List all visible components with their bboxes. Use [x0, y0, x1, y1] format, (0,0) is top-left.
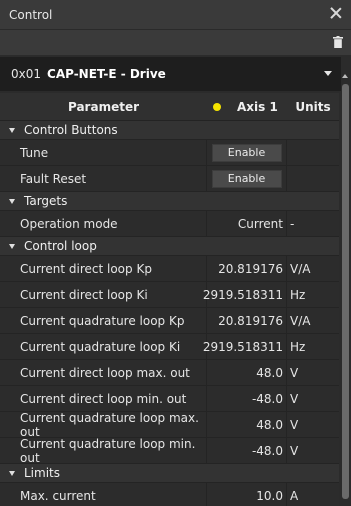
- expand-triangle-icon[interactable]: [9, 198, 15, 204]
- table-row: Current quadrature loop Kp 20.819176 V/A: [0, 308, 339, 334]
- table-row: Operation mode Current -: [0, 211, 339, 237]
- header-axis-label: Axis 1: [237, 99, 278, 114]
- param-value[interactable]: 48.0: [207, 360, 287, 385]
- trash-icon[interactable]: [333, 36, 343, 48]
- param-unit: V: [290, 443, 299, 458]
- fault-reset-enable-button[interactable]: Enable: [211, 169, 282, 188]
- param-name: Current direct loop Kp: [0, 256, 207, 281]
- param-name: Current quadrature loop Kp: [0, 308, 207, 333]
- scroll-up-arrow-icon[interactable]: [342, 74, 348, 78]
- table-header: Parameter Axis 1 Units: [0, 93, 339, 121]
- param-unit: V: [290, 365, 299, 380]
- param-unit: [287, 166, 339, 191]
- param-unit: V: [290, 417, 299, 432]
- table-row: Current quadrature loop min. out -48.0 V: [0, 437, 339, 465]
- device-selector[interactable]: 0x01 CAP-NET-E - Drive: [0, 57, 341, 91]
- table-row: Current direct loop min. out -48.0 V: [0, 386, 339, 412]
- toolbar: [0, 30, 351, 55]
- parameter-table: Parameter Axis 1 Units Control Buttons T…: [0, 93, 339, 506]
- param-value[interactable]: 2919.518311: [203, 334, 287, 359]
- param-unit: -: [290, 216, 295, 231]
- group-label: Control loop: [24, 239, 97, 253]
- control-panel: Control 0x01 CAP-NET-E - Drive Parameter…: [0, 0, 351, 506]
- param-value[interactable]: 20.819176: [207, 256, 287, 281]
- param-value[interactable]: 10.0: [207, 483, 287, 506]
- param-name: Current direct loop min. out: [0, 386, 207, 411]
- table-row: Current direct loop max. out 48.0 V: [0, 360, 339, 386]
- param-value[interactable]: 2919.518311: [203, 282, 287, 307]
- param-unit: A: [290, 488, 299, 503]
- table-row: Current quadrature loop max. out 48.0 V: [0, 411, 339, 439]
- close-icon[interactable]: [329, 6, 343, 20]
- param-value[interactable]: -48.0: [207, 438, 287, 463]
- param-name: Current direct loop Ki: [0, 282, 207, 307]
- param-value[interactable]: Current: [207, 211, 287, 236]
- table-row: Current direct loop Ki 2919.518311 Hz: [0, 282, 339, 308]
- param-unit: Hz: [290, 287, 306, 302]
- param-unit: V/A: [290, 313, 311, 328]
- table-row: Current quadrature loop Ki 2919.518311 H…: [0, 334, 339, 360]
- table-row: Fault Reset Enable: [0, 166, 339, 192]
- group-limits[interactable]: Limits: [0, 464, 339, 483]
- panel-title: Control: [9, 7, 53, 22]
- param-value[interactable]: 20.819176: [207, 308, 287, 333]
- table-row: Current direct loop Kp 20.819176 V/A: [0, 256, 339, 282]
- param-name: Current quadrature loop min. out: [0, 437, 207, 465]
- group-label: Limits: [24, 466, 60, 480]
- param-unit: [287, 140, 339, 165]
- group-targets[interactable]: Targets: [0, 192, 339, 211]
- expand-triangle-icon[interactable]: [9, 470, 15, 476]
- expand-triangle-icon[interactable]: [9, 127, 15, 133]
- device-address: 0x01: [11, 67, 42, 81]
- tune-enable-button[interactable]: Enable: [211, 143, 282, 162]
- group-control-loop[interactable]: Control loop: [0, 237, 339, 256]
- group-label: Targets: [24, 194, 68, 208]
- param-unit: Hz: [290, 339, 306, 354]
- chevron-down-icon[interactable]: [324, 71, 332, 76]
- param-unit: V/A: [290, 261, 311, 276]
- param-name: Tune: [0, 140, 207, 165]
- device-name: CAP-NET-E - Drive: [47, 67, 166, 81]
- param-name: Operation mode: [0, 211, 207, 236]
- param-unit: V: [290, 391, 299, 406]
- button-cell: Enable: [207, 140, 287, 165]
- title-bar: Control: [0, 0, 351, 30]
- group-control-buttons[interactable]: Control Buttons: [0, 121, 339, 140]
- axis-status-dot-icon: [213, 102, 221, 111]
- param-value[interactable]: -48.0: [207, 386, 287, 411]
- param-name: Current quadrature loop max. out: [0, 411, 207, 439]
- param-value[interactable]: 48.0: [207, 412, 287, 437]
- param-name: Fault Reset: [0, 166, 207, 191]
- param-name: Max. current: [0, 483, 207, 506]
- param-name: Current direct loop max. out: [0, 360, 207, 385]
- button-cell: Enable: [207, 166, 287, 191]
- table-row: Max. current 10.0 A: [0, 483, 339, 506]
- group-label: Control Buttons: [24, 123, 118, 137]
- expand-triangle-icon[interactable]: [9, 243, 15, 249]
- header-axis: Axis 1: [207, 100, 287, 114]
- header-parameter: Parameter: [67, 99, 140, 114]
- header-units: Units: [295, 99, 331, 114]
- table-row: Tune Enable: [0, 140, 339, 166]
- param-name: Current quadrature loop Ki: [0, 334, 207, 359]
- scrollbar-thumb[interactable]: [342, 84, 349, 499]
